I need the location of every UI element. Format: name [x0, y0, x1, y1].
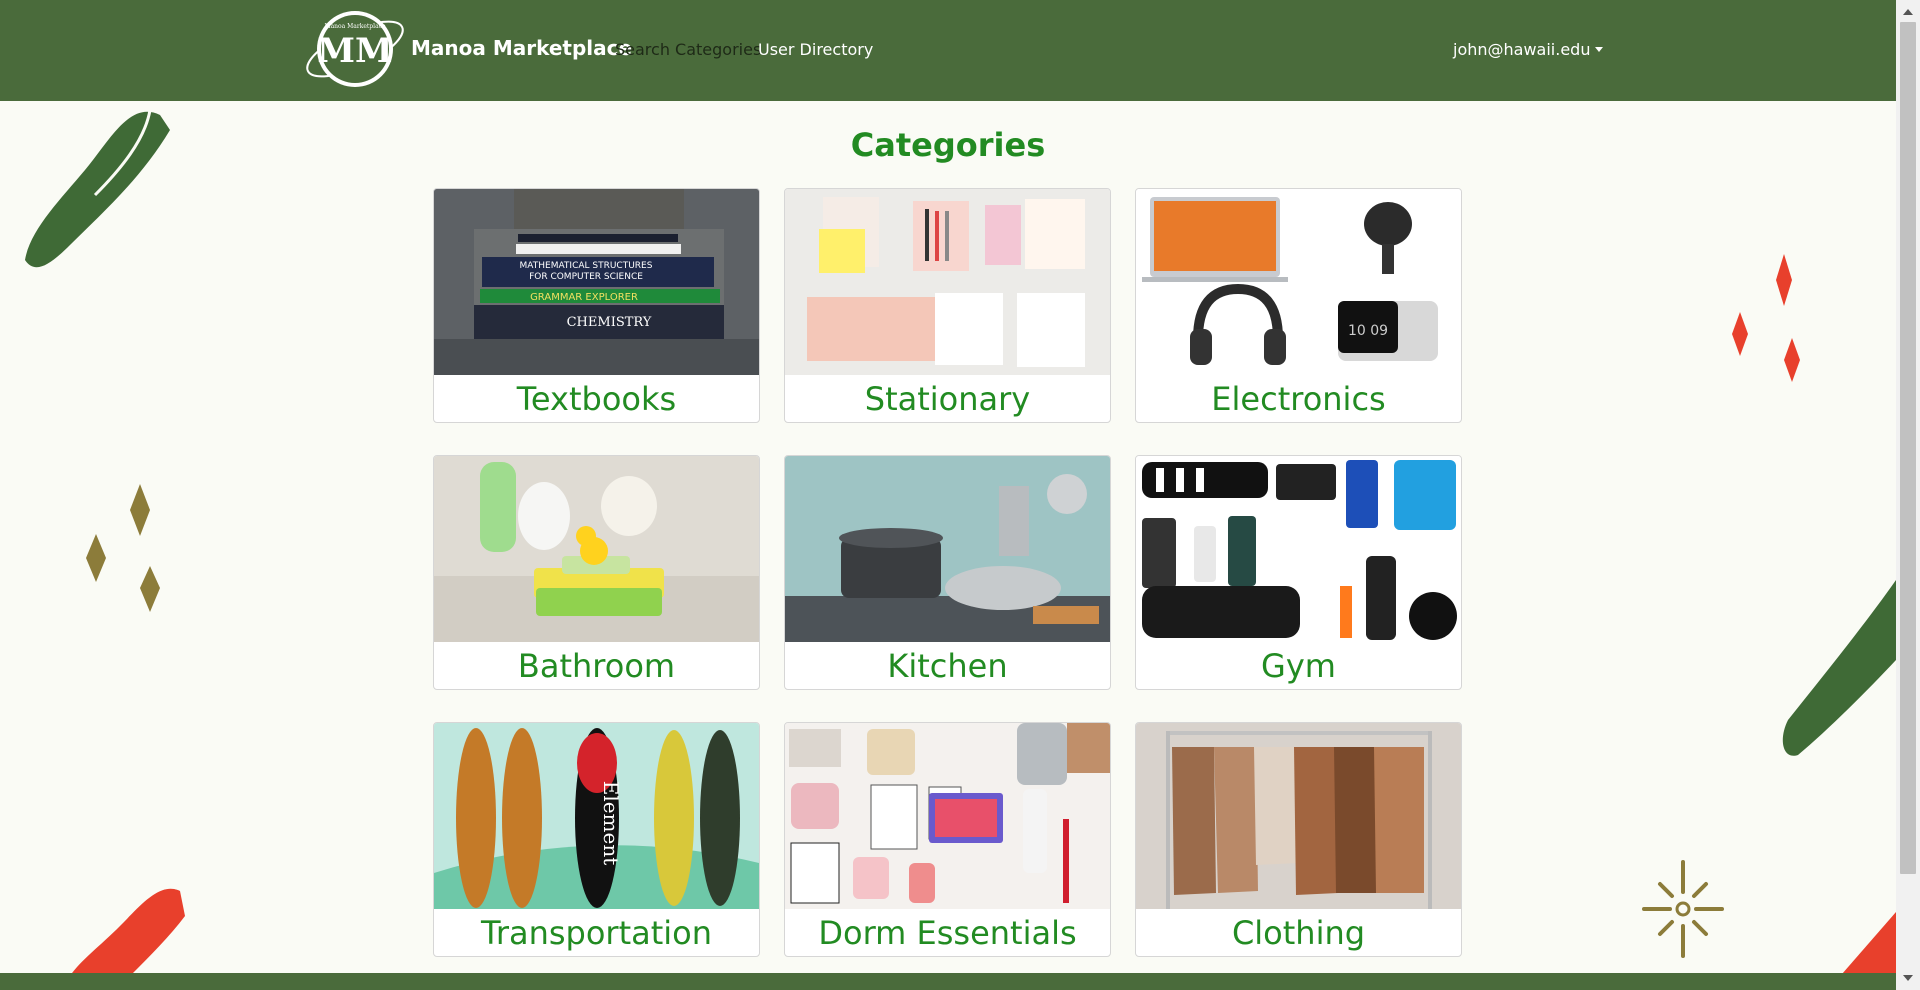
dorm-essentials-image [785, 723, 1110, 909]
gold-sparkle-decor [86, 484, 160, 612]
category-label: Transportation [480, 914, 713, 952]
category-card-dorm-essentials[interactable]: Dorm Essentials [784, 722, 1111, 957]
nav-link-search-categories[interactable]: Search Categories [615, 40, 761, 59]
category-label: Dorm Essentials [818, 914, 1077, 952]
scroll-up-arrow-icon[interactable] [1903, 9, 1913, 15]
nav-link-user-directory[interactable]: User Directory [758, 40, 873, 59]
category-label: Stationary [864, 380, 1031, 418]
category-label: Electronics [1211, 380, 1386, 418]
category-card-stationary[interactable]: Stationary [784, 188, 1111, 423]
category-card-transportation[interactable]: Element Transportation [433, 722, 760, 957]
red-sparkle-decor [1732, 254, 1800, 382]
bathroom-image [434, 456, 759, 642]
svg-text:10 09: 10 09 [1348, 323, 1388, 339]
red-corner-decor [1842, 912, 1896, 974]
clothing-image [1136, 723, 1461, 909]
category-label: Gym [1261, 647, 1336, 685]
category-label: Bathroom [517, 647, 676, 685]
user-email: john@hawaii.edu [1453, 40, 1591, 59]
page-scrollbar[interactable] [1896, 0, 1920, 990]
category-card-electronics[interactable]: 10 09 Electronics [1135, 188, 1462, 423]
manoa-marketplace-logo[interactable]: MM Manoa Marketplace [300, 6, 410, 92]
user-dropdown[interactable]: john@hawaii.edu [1453, 40, 1604, 59]
category-card-kitchen[interactable]: Kitchen [784, 455, 1111, 690]
category-label: Clothing [1231, 914, 1366, 952]
category-card-clothing[interactable]: Clothing [1135, 722, 1462, 957]
textbooks-image: MATHEMATICAL STRUCTURES FOR COMPUTER SCI… [434, 189, 759, 375]
transportation-image: Element [434, 723, 759, 909]
category-card-gym[interactable]: Gym [1135, 455, 1462, 690]
svg-text:MM: MM [317, 31, 392, 71]
gold-sun-decor [1642, 860, 1724, 958]
red-brush-stroke-decor [70, 888, 185, 976]
category-label: Kitchen [887, 647, 1008, 685]
stationary-image [785, 189, 1110, 375]
caret-down-icon [1595, 47, 1604, 52]
kitchen-image [785, 456, 1110, 642]
green-brush-stroke-right-decor [1782, 580, 1896, 756]
scrollbar-thumb[interactable] [1900, 22, 1916, 874]
svg-text:GRAMMAR EXPLORER: GRAMMAR EXPLORER [530, 292, 638, 303]
svg-text:Element: Element [599, 781, 623, 866]
svg-text:CHEMISTRY: CHEMISTRY [567, 315, 652, 330]
brand-title[interactable]: Manoa Marketplace [411, 36, 632, 60]
category-label: Textbooks [516, 380, 677, 418]
gym-image [1136, 456, 1461, 642]
category-card-textbooks[interactable]: MATHEMATICAL STRUCTURES FOR COMPUTER SCI… [433, 188, 760, 423]
page-title: Categories [850, 126, 1046, 164]
navbar: MM Manoa Marketplace Manoa Marketplace S… [0, 0, 1896, 101]
category-card-bathroom[interactable]: Bathroom [433, 455, 760, 690]
footer-strip [0, 973, 1896, 990]
svg-text:MATHEMATICAL STRUCTURES: MATHEMATICAL STRUCTURES [520, 261, 653, 271]
svg-text:Manoa Marketplace: Manoa Marketplace [324, 23, 386, 30]
svg-text:FOR COMPUTER SCIENCE: FOR COMPUTER SCIENCE [529, 272, 643, 282]
scroll-down-arrow-icon[interactable] [1903, 975, 1913, 981]
electronics-image: 10 09 [1136, 189, 1461, 375]
